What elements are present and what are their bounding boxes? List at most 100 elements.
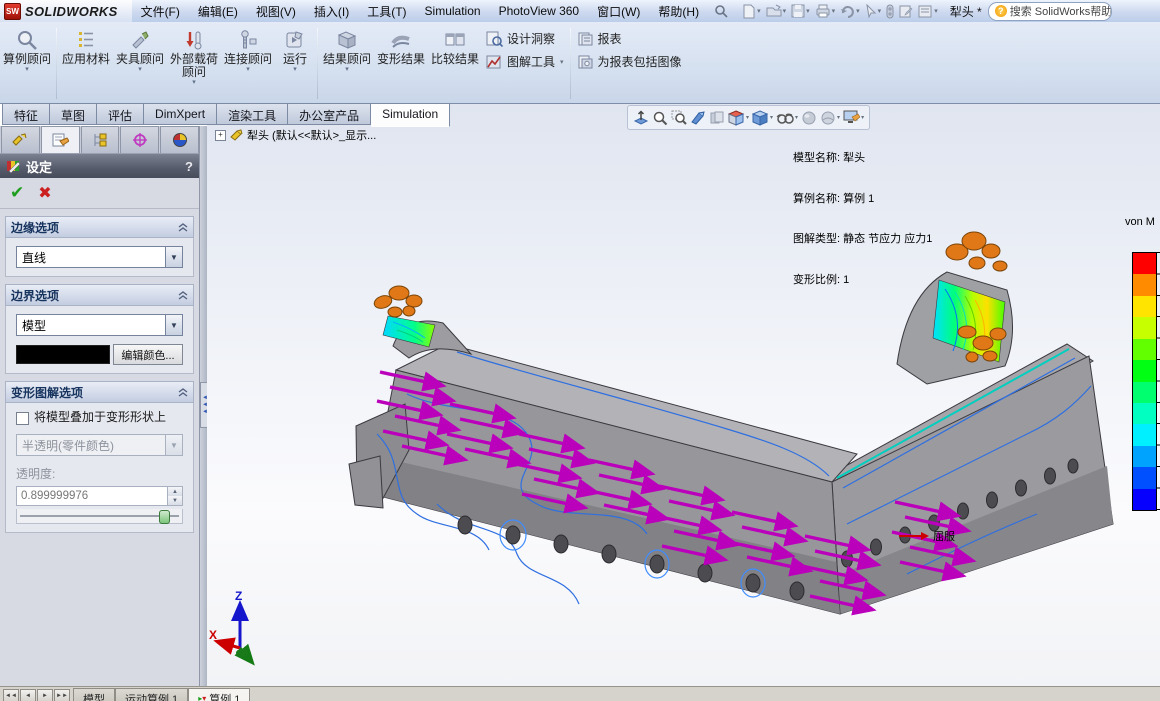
transparency-spinner[interactable]: 0.899999976 ▲ ▼ (16, 486, 183, 506)
simulation-study-tab[interactable]: ▸▾ 算例 1 (188, 688, 251, 701)
tab-render-tools[interactable]: 渲染工具 (217, 103, 289, 125)
save-icon[interactable]: ▾ (789, 2, 812, 20)
ok-button[interactable]: ✔ (10, 183, 24, 203)
rebuild-icon[interactable] (884, 2, 896, 20)
previous-view-icon[interactable] (633, 109, 649, 126)
search-box[interactable]: ? 搜索 SolidWorks帮助 (987, 1, 1112, 21)
superimpose-checkbox-label: 将模型叠加于变形形状上 (34, 410, 167, 424)
model-tab[interactable]: 模型 (73, 688, 115, 701)
results-advisor-button[interactable]: 结果顾问 ▾ (320, 24, 374, 103)
motion-study-tab[interactable]: 运动算例 1 (115, 688, 189, 701)
boundary-options-header[interactable]: 边界选项 (5, 284, 194, 306)
compare-results-icon (444, 28, 466, 52)
menu-window[interactable]: 窗口(W) (588, 0, 649, 23)
property-manager-tab[interactable] (40, 126, 80, 153)
zoom-to-area-icon[interactable] (671, 110, 687, 126)
edit-color-button[interactable]: 编辑颜色... (113, 344, 183, 365)
tab-dimxpert[interactable]: DimXpert (144, 103, 218, 125)
model-body (348, 271, 1114, 615)
graphics-viewport[interactable]: Z X ▾ ▾ ▾ ▾ ▾ + 犁头 (默认<<默认>_显示... 模型名称: … (207, 104, 1160, 686)
include-image-for-report-button[interactable]: 为报表包括图像 (577, 53, 682, 70)
apply-scene-icon[interactable]: ▾ (820, 110, 840, 126)
plot-info-text: 模型名称: 犁头 算例名称: 算例 1 图解类型: 静态 节应力 应力1 变形比… (793, 125, 932, 314)
edit-appearance-icon[interactable] (801, 110, 817, 126)
tab-simulation[interactable]: Simulation (371, 103, 451, 127)
transparency-style-dropdown[interactable]: 半透明(零件颜色) ▼ (16, 434, 183, 456)
compare-results-button[interactable]: 比较结果 (428, 24, 482, 103)
display-manager-tab[interactable] (160, 126, 199, 153)
ribbon-separator (56, 28, 57, 99)
boundary-style-dropdown[interactable]: 模型 ▼ (16, 314, 183, 336)
info-plot-type: 图解类型: 静态 节应力 应力1 (793, 233, 933, 245)
menu-insert[interactable]: 插入(I) (305, 0, 358, 23)
undo-icon[interactable]: ▾ (838, 2, 862, 20)
zoom-to-fit-icon[interactable] (652, 110, 668, 126)
results-advisor-icon (336, 28, 358, 52)
menu-edit[interactable]: 编辑(E) (189, 0, 247, 23)
tab-features[interactable]: 特征 (2, 103, 51, 125)
report-button[interactable]: 报表 (577, 30, 682, 47)
tab-evaluate[interactable]: 评估 (97, 103, 145, 125)
study-advisor-icon (16, 28, 38, 52)
legend-segment (1133, 381, 1156, 403)
slider-handle[interactable] (158, 510, 170, 524)
view-settings-icon[interactable]: ▾ (843, 110, 864, 125)
legend-segment (1133, 424, 1156, 446)
edge-options-header[interactable]: 边缘选项 (5, 216, 194, 238)
design-insight-button[interactable]: 设计洞察 (486, 30, 564, 47)
first-tab-button[interactable]: ◄◄ (3, 689, 19, 701)
edge-style-dropdown[interactable]: 直线 ▼ (16, 246, 183, 268)
boundary-options-section: 边界选项 模型 ▼ 编辑颜色... (5, 284, 194, 374)
tab-office-products[interactable]: 办公室产品 (288, 103, 372, 125)
deformed-plot-options-header[interactable]: 变形图解选项 (5, 381, 194, 403)
tab-sketch[interactable]: 草图 (50, 103, 98, 125)
print-icon[interactable]: ▾ (813, 2, 838, 20)
menu-file[interactable]: 文件(F) (132, 0, 189, 23)
display-style-icon[interactable]: ▾ (752, 109, 773, 126)
dimxpert-manager-tab[interactable] (120, 126, 160, 153)
quick-access-toolbar: ▾ ▾ ▾ ▾ ▾ ▾ ▾ (740, 2, 940, 20)
view-orientation-cube-icon[interactable]: ▾ (728, 109, 749, 126)
pin-menu-icon[interactable] (714, 4, 728, 18)
configuration-manager-tab[interactable] (80, 126, 120, 153)
plot-tools-button[interactable]: 图解工具 ▾ (486, 53, 564, 70)
fixtures-advisor-button[interactable]: 夹具顾问 ▾ (113, 24, 167, 103)
boundary-color-swatch (16, 345, 110, 364)
deformed-result-button[interactable]: 变形结果 (374, 24, 428, 103)
legend-segment (1133, 445, 1156, 468)
menu-help[interactable]: 帮助(H) (649, 0, 708, 23)
panel-help-button[interactable]: ? (185, 159, 193, 174)
legend-segment (1133, 295, 1156, 318)
info-study-name: 算例名称: 算例 1 (793, 192, 875, 205)
transparency-slider[interactable] (16, 509, 183, 524)
options-icon[interactable]: ▾ (916, 2, 940, 20)
menu-simulation[interactable]: Simulation (416, 1, 490, 21)
hide-show-items-icon[interactable]: ▾ (776, 111, 798, 125)
menu-tools[interactable]: 工具(T) (358, 0, 415, 23)
select-cursor-icon[interactable]: ▾ (863, 2, 884, 20)
open-document-icon[interactable]: ▾ (764, 2, 789, 20)
view-orientation-pages-icon[interactable] (709, 110, 725, 126)
new-document-icon[interactable]: ▾ (740, 2, 763, 20)
panel-title-text: 设定 (26, 159, 53, 175)
feature-tree-root[interactable]: + 犁头 (默认<<默认>_显示... (215, 127, 376, 143)
cancel-button[interactable]: ✖ (38, 183, 51, 203)
menu-photoview[interactable]: PhotoView 360 (490, 1, 589, 21)
file-properties-icon[interactable] (897, 2, 915, 20)
last-tab-button[interactable]: ►► (54, 689, 70, 701)
connections-advisor-button[interactable]: 连接顾问 ▾ (221, 24, 275, 103)
tree-expand-icon[interactable]: + (215, 129, 226, 141)
next-tab-button[interactable]: ► (37, 689, 53, 701)
superimpose-checkbox[interactable] (16, 412, 29, 425)
external-loads-advisor-button[interactable]: 外部载荷顾问 ▾ (167, 24, 221, 103)
spinner-arrows-icon[interactable]: ▲ ▼ (167, 487, 182, 505)
run-button[interactable]: 运行 ▾ (275, 24, 315, 103)
prev-tab-button[interactable]: ◄ (20, 689, 36, 701)
search-input[interactable]: 搜索 SolidWorks帮助 (1010, 3, 1111, 19)
study-advisor-button[interactable]: 算例顾问 ▾ (0, 24, 54, 103)
apply-material-button[interactable]: 应用材料 (59, 24, 113, 103)
dropdown-arrow-icon: ▼ (165, 247, 182, 267)
feature-manager-tab[interactable] (1, 126, 40, 153)
section-view-icon[interactable] (690, 110, 706, 126)
menu-view[interactable]: 视图(V) (247, 0, 305, 23)
